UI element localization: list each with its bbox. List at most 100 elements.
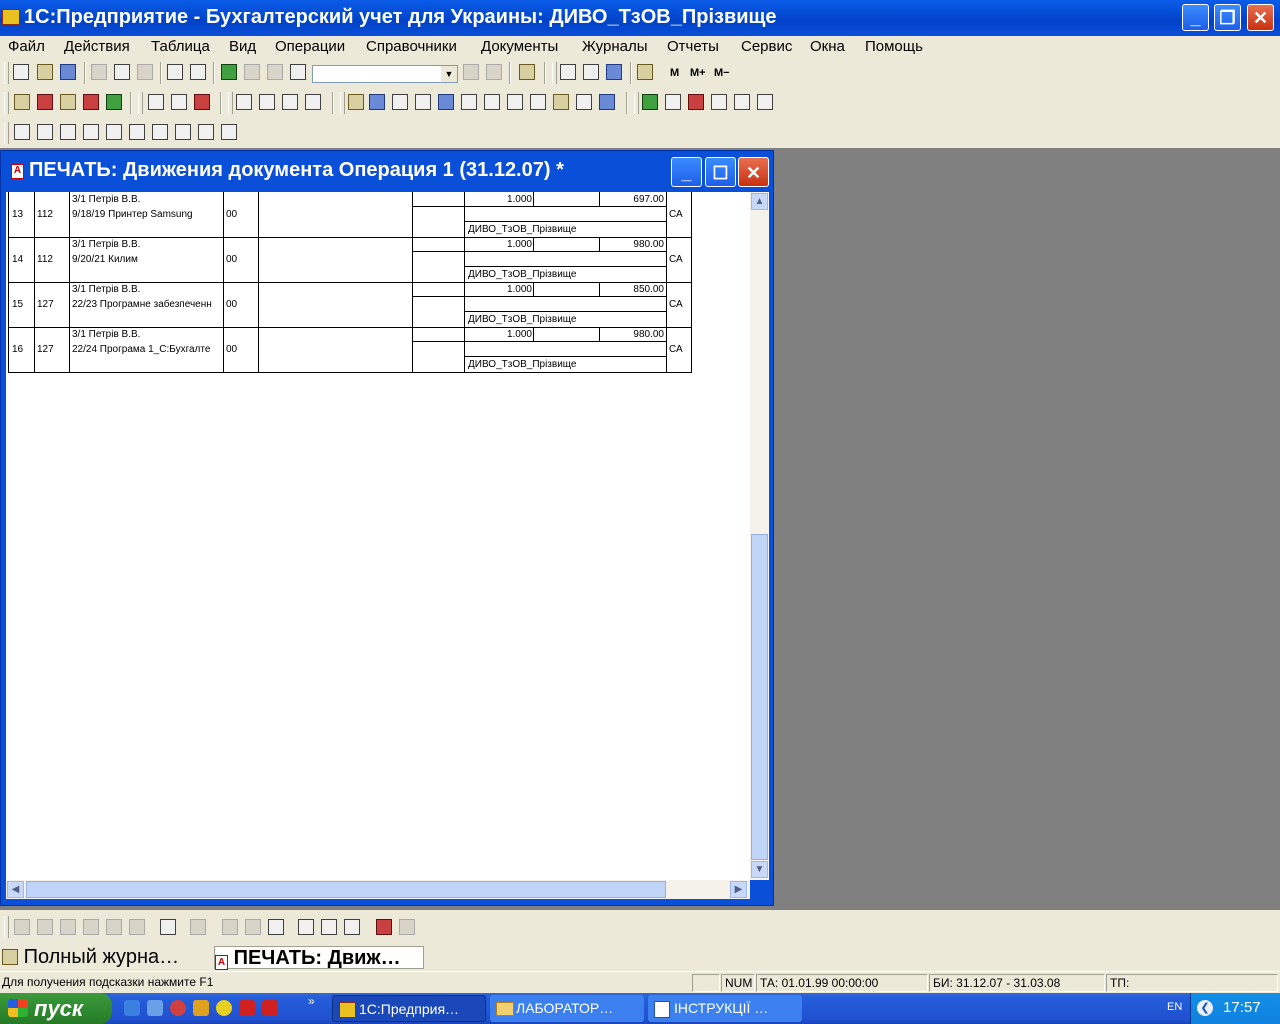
start-button[interactable]: пуск bbox=[0, 993, 112, 1024]
align-icon[interactable] bbox=[268, 919, 284, 935]
text-edit-icon[interactable] bbox=[606, 64, 622, 80]
menu-service[interactable]: Сервис bbox=[741, 38, 792, 55]
filter-icon[interactable] bbox=[106, 94, 122, 110]
no-borders-icon[interactable] bbox=[376, 919, 392, 935]
book-icon[interactable] bbox=[637, 64, 653, 80]
toolbar-grip[interactable] bbox=[634, 92, 639, 114]
ie-icon[interactable] bbox=[124, 1000, 140, 1016]
table-form-icon[interactable] bbox=[14, 124, 30, 140]
chevron-down-icon[interactable]: ▼ bbox=[441, 66, 457, 82]
scroll-left-icon[interactable]: ◀ bbox=[7, 881, 24, 898]
menu-help[interactable]: Помощь bbox=[865, 38, 923, 55]
plus-icon[interactable] bbox=[392, 94, 408, 110]
close-button[interactable]: ✕ bbox=[1247, 4, 1274, 31]
report-list-icon[interactable] bbox=[236, 94, 252, 110]
taskbar-1c-button[interactable]: 1С:Предприя… bbox=[332, 995, 486, 1022]
document-icon[interactable]: A bbox=[11, 164, 24, 179]
rectangle-icon[interactable] bbox=[37, 919, 53, 935]
redo-icon[interactable] bbox=[267, 64, 283, 80]
borders-icon[interactable] bbox=[399, 919, 415, 935]
toolbar-grip[interactable] bbox=[552, 62, 557, 84]
scroll-down-icon[interactable]: ▼ bbox=[751, 861, 768, 878]
turnover-icon[interactable] bbox=[305, 94, 321, 110]
grid-icon[interactable] bbox=[461, 94, 477, 110]
document-print-area[interactable]: 13 112 3/1 Петрів В.В. 9/18/19 Принтер Sams… bbox=[6, 192, 750, 880]
calendar-icon[interactable] bbox=[221, 64, 237, 80]
balance-icon[interactable] bbox=[348, 94, 364, 110]
bracket-right-icon[interactable] bbox=[245, 919, 261, 935]
export-icon[interactable] bbox=[757, 94, 773, 110]
settings-icon[interactable] bbox=[711, 94, 727, 110]
text-box-icon[interactable] bbox=[60, 919, 76, 935]
picture-icon[interactable] bbox=[83, 919, 99, 935]
line-icon[interactable] bbox=[14, 919, 30, 935]
vertical-scrollbar[interactable]: ▲ ▼ bbox=[750, 192, 769, 880]
toolbar-grip[interactable] bbox=[4, 92, 9, 114]
search-combo[interactable]: ▼ bbox=[312, 65, 458, 83]
text-ti-icon[interactable] bbox=[152, 124, 168, 140]
nn-letter-icon[interactable] bbox=[530, 94, 546, 110]
ruler-icon[interactable] bbox=[344, 919, 360, 935]
menu-operations[interactable]: Операции bbox=[275, 38, 345, 55]
bracket-left-icon[interactable] bbox=[222, 919, 238, 935]
print-icon[interactable] bbox=[167, 64, 183, 80]
menu-reports[interactable]: Отчеты bbox=[667, 38, 719, 55]
help-question-icon[interactable] bbox=[519, 64, 535, 80]
menu-journals[interactable]: Журналы bbox=[582, 38, 648, 55]
checker-icon[interactable] bbox=[37, 124, 53, 140]
text-t2-icon[interactable] bbox=[198, 124, 214, 140]
memory-minus-button[interactable]: M− bbox=[714, 67, 730, 79]
scroll-right-icon[interactable]: ▶ bbox=[730, 881, 747, 898]
save-icon[interactable] bbox=[60, 64, 76, 80]
app-icon[interactable] bbox=[2, 9, 20, 25]
documents-icon[interactable] bbox=[83, 94, 99, 110]
browser-icon[interactable] bbox=[147, 1000, 163, 1016]
toolbar-grip[interactable] bbox=[4, 916, 9, 938]
globe-icon[interactable] bbox=[599, 94, 615, 110]
operations-icon[interactable] bbox=[37, 94, 53, 110]
account-card-icon[interactable] bbox=[259, 94, 275, 110]
taskbar-folder-button[interactable]: ЛАБОРАТОР… bbox=[490, 995, 644, 1022]
tab-print-movements[interactable]: A ПЕЧАТЬ: Движ… bbox=[214, 946, 424, 970]
child-maximize-button[interactable]: ☐ bbox=[705, 157, 736, 187]
person-icon[interactable] bbox=[642, 94, 658, 110]
tray-arrow-icon[interactable]: ❮ bbox=[1197, 1000, 1213, 1016]
child-close-button[interactable]: ✕ bbox=[738, 157, 769, 187]
refresh-icon[interactable] bbox=[576, 94, 592, 110]
table-grid-icon[interactable] bbox=[298, 919, 314, 935]
vertical-scroll-thumb[interactable] bbox=[751, 534, 768, 860]
calendar-grid-icon[interactable] bbox=[583, 64, 599, 80]
tools-icon[interactable] bbox=[688, 94, 704, 110]
currency-icon[interactable] bbox=[171, 94, 187, 110]
subconto-icon[interactable] bbox=[194, 94, 210, 110]
gridlines-icon[interactable] bbox=[321, 919, 337, 935]
find-prev-icon[interactable] bbox=[486, 64, 502, 80]
quicklaunch-more-icon[interactable]: » bbox=[308, 994, 315, 1008]
people-icon[interactable] bbox=[665, 94, 681, 110]
new-document-icon[interactable] bbox=[13, 64, 29, 80]
image-form-icon[interactable] bbox=[175, 124, 191, 140]
toolbar-grip[interactable] bbox=[4, 62, 9, 84]
menu-references[interactable]: Справочники bbox=[366, 38, 457, 55]
pointer-icon[interactable] bbox=[160, 919, 176, 935]
menu-table[interactable]: Таблица bbox=[151, 38, 210, 55]
entries-icon[interactable] bbox=[60, 94, 76, 110]
page-icon[interactable] bbox=[106, 124, 122, 140]
child-minimize-button[interactable]: _ bbox=[671, 157, 702, 187]
level-icon[interactable] bbox=[438, 94, 454, 110]
calculator-icon[interactable] bbox=[560, 64, 576, 80]
toolbar-grip[interactable] bbox=[228, 92, 233, 114]
horizontal-scrollbar[interactable]: ◀ ▶ bbox=[6, 880, 750, 899]
minus-icon[interactable] bbox=[415, 94, 431, 110]
journal-icon[interactable] bbox=[14, 94, 30, 110]
find-binoculars-icon[interactable] bbox=[290, 64, 306, 80]
open-folder-icon[interactable] bbox=[37, 64, 53, 80]
toolbar-grip[interactable] bbox=[340, 92, 345, 114]
horizontal-scroll-thumb[interactable] bbox=[26, 881, 666, 898]
cut-icon[interactable] bbox=[91, 64, 107, 80]
winamp-icon[interactable] bbox=[216, 1000, 232, 1016]
folder-list-icon[interactable] bbox=[553, 94, 569, 110]
clock[interactable]: 17:57 bbox=[1223, 999, 1261, 1016]
scroll-up-icon[interactable]: ▲ bbox=[751, 193, 768, 210]
restore-button[interactable]: ❐ bbox=[1214, 4, 1241, 31]
